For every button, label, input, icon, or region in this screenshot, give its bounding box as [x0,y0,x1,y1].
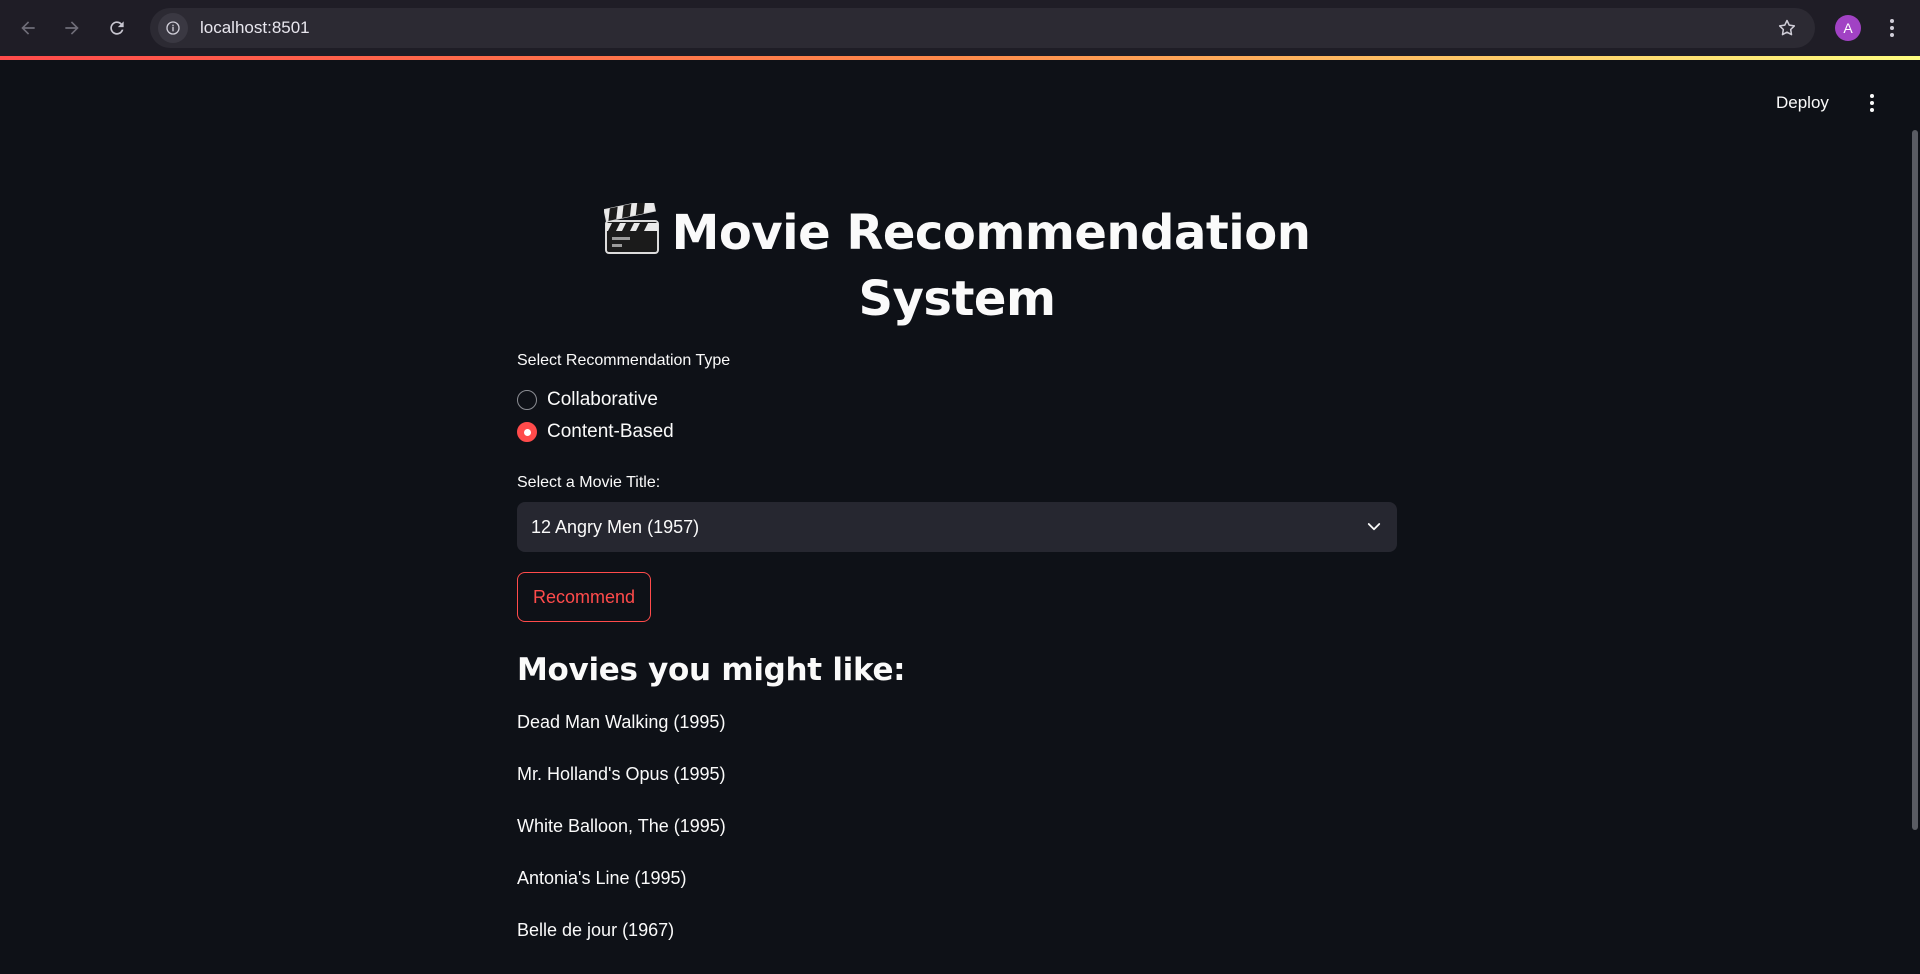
url-text[interactable]: localhost:8501 [200,18,310,38]
address-bar[interactable]: localhost:8501 [150,8,1815,48]
loading-accent-bar [0,56,1920,60]
profile-avatar[interactable]: A [1835,15,1861,41]
deploy-button[interactable]: Deploy [1776,88,1829,118]
reload-icon[interactable] [101,12,133,44]
radio-option-label: Content-Based [547,421,674,442]
title-line-1: Movie Recommendation [671,205,1311,261]
radio-option-label: Collaborative [547,389,658,410]
radio-button-checked[interactable] [517,422,537,442]
select-label: Select a Movie Title: [517,474,661,491]
list-item: Belle de jour (1967) [517,920,675,940]
site-info-icon[interactable] [158,13,188,43]
back-icon[interactable] [12,12,44,44]
browser-toolbar: localhost:8501 A [0,0,1920,56]
recommend-button[interactable]: Recommend [517,572,652,622]
page-scrollbar[interactable] [1912,130,1918,830]
chevron-down-icon[interactable] [1365,518,1383,536]
results-heading: Movies you might like: [517,652,906,688]
list-item: Dead Man Walking (1995) [517,712,726,732]
radio-option-content-based[interactable]: Content-Based [517,416,1397,448]
forward-icon[interactable] [56,12,88,44]
browser-menu-icon[interactable] [1882,14,1902,42]
radio-button-unchecked[interactable] [517,390,537,410]
radio-option-collaborative[interactable]: Collaborative [517,384,1397,416]
list-item: Mr. Holland's Opus (1995) [517,764,726,784]
recommendation-type-section: Select Recommendation Type Collaborative… [517,352,1397,448]
main-content: Movie Recommendation System Select Recom… [517,198,1397,972]
page-title: Movie Recommendation System [517,198,1397,332]
clapper-board-icon [602,198,660,255]
recommendation-type-radio: Collaborative Content-Based [517,384,1397,448]
app-menu-icon[interactable] [1862,90,1882,116]
list-item: White Balloon, The (1995) [517,816,726,836]
list-item: Antonia's Line (1995) [517,868,687,888]
results-list: Dead Man Walking (1995) Mr. Holland's Op… [517,712,1397,972]
select-value: 12 Angry Men (1957) [531,516,700,537]
movie-select-section: Select a Movie Title: 12 Angry Men (1957… [517,474,1397,552]
movie-title-select[interactable]: 12 Angry Men (1957) [517,502,1397,552]
title-line-2: System [858,271,1056,327]
bookmark-star-icon[interactable] [1775,16,1799,40]
radio-group-label: Select Recommendation Type [517,352,731,369]
